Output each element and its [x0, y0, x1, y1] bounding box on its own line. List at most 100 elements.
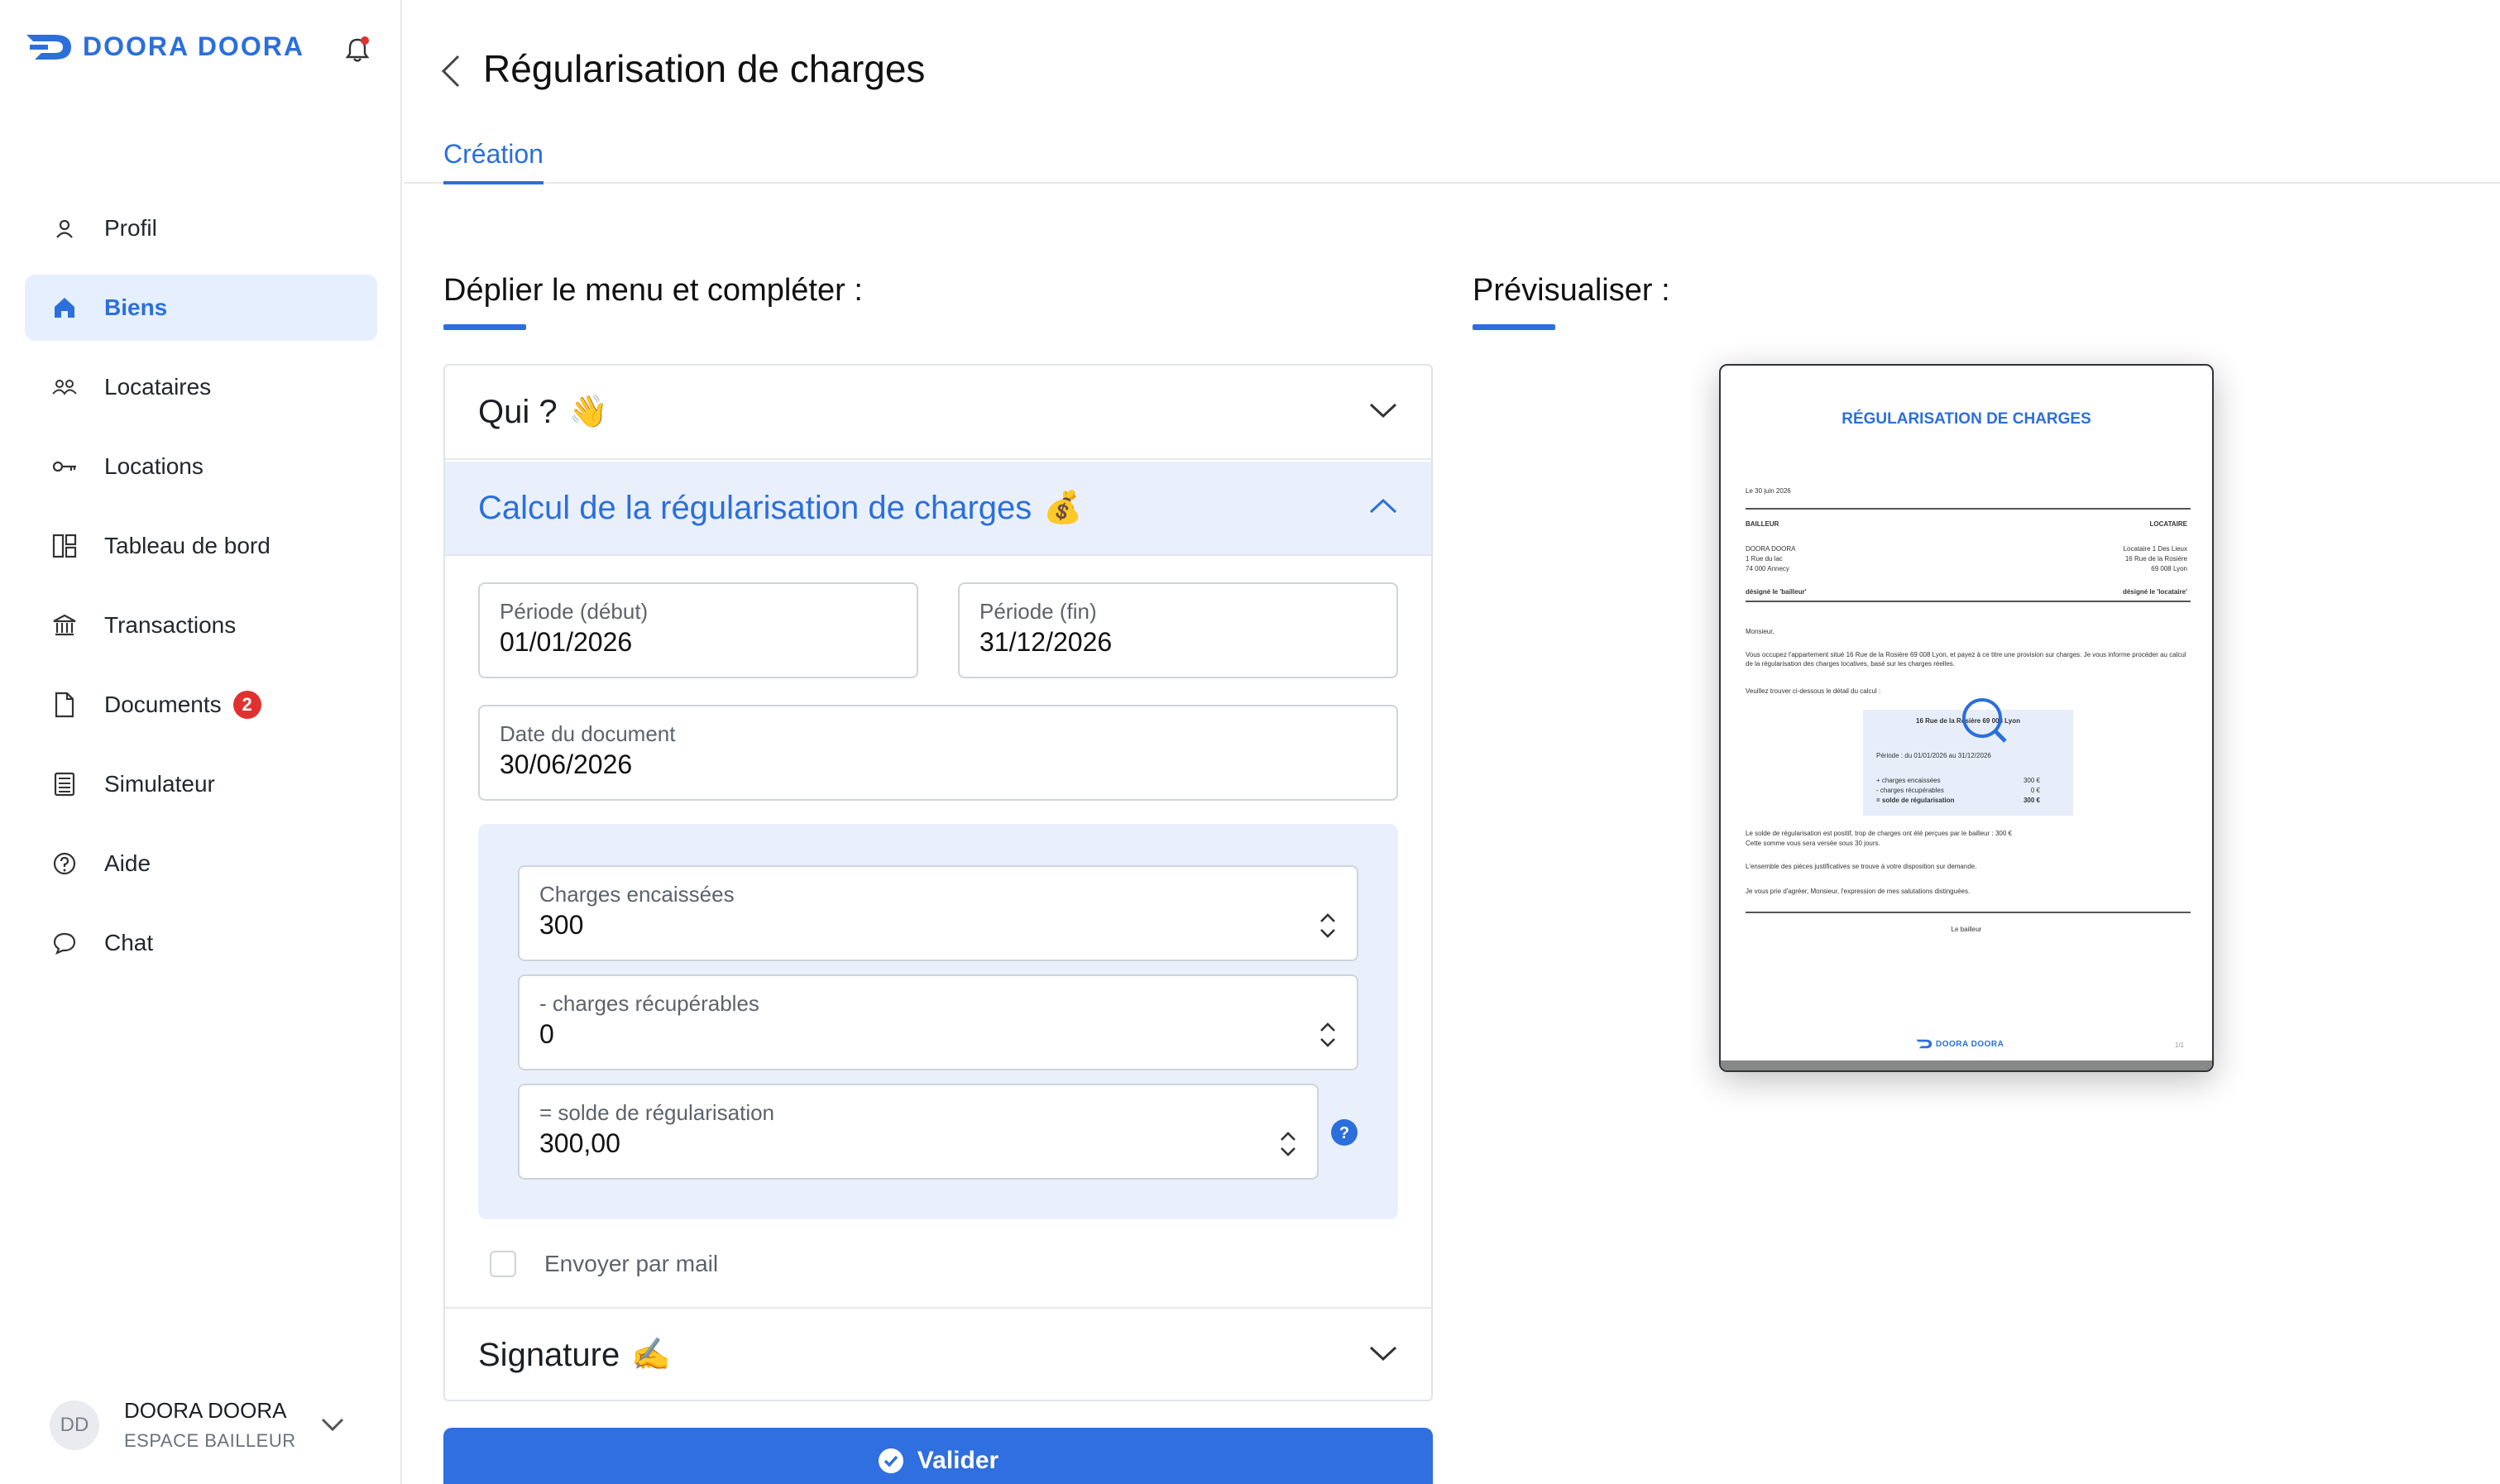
- date-document-field[interactable]: Date du document 30/06/2026: [478, 705, 1398, 801]
- doc-bailleur-line: 74 000 Annecy: [1746, 565, 1789, 572]
- doc-locataire-line: Locataire 1 Des Lieux: [2123, 545, 2187, 553]
- accordion-signature[interactable]: Signature ✍️: [445, 1307, 1431, 1401]
- sidebar-item-biens[interactable]: Biens: [25, 275, 377, 341]
- chat-icon: [50, 928, 79, 958]
- doc-locataire-line: 69 008 Lyon: [2151, 565, 2187, 572]
- periode-fin-value: 31/12/2026: [979, 627, 1113, 657]
- send-by-mail-checkbox[interactable]: [490, 1251, 516, 1277]
- accordion-qui[interactable]: Qui ? 👋: [445, 366, 1431, 460]
- sidebar-item-transactions[interactable]: Transactions: [25, 592, 377, 658]
- sidebar-item-label: Aide: [104, 850, 151, 876]
- doc-bailleur-line: DOORA DOORA: [1746, 545, 1796, 553]
- sidebar-item-label: Simulateur: [104, 771, 215, 797]
- sidebar: DOORA DOORA Profil Biens Locataires Loca…: [0, 0, 402, 1484]
- sidebar-item-locations[interactable]: Locations: [25, 433, 377, 500]
- chevron-down-icon[interactable]: [319, 1415, 346, 1434]
- periode-fin-field[interactable]: Période (fin) 31/12/2026: [958, 582, 1398, 678]
- doc-title: RÉGULARISATION DE CHARGES: [1841, 410, 2091, 428]
- sidebar-item-label: Locations: [104, 453, 204, 479]
- doc-bailleur-desig: désigné le 'bailleur': [1746, 588, 1807, 596]
- page-title: Régularisation de charges: [483, 47, 926, 90]
- preview-section-underline: [1473, 324, 1555, 330]
- bank-icon: [50, 610, 79, 640]
- user-icon: [50, 213, 79, 243]
- periode-debut-value: 01/01/2026: [500, 627, 633, 657]
- sidebar-item-documents[interactable]: Documents 2: [25, 672, 377, 738]
- charges-recuperables-value: 0: [539, 1019, 554, 1049]
- chevron-down-icon: [1369, 1346, 1397, 1362]
- home-icon: [50, 293, 79, 323]
- dashboard-icon: [50, 531, 79, 561]
- doc-date: Le 30 juin 2026: [1746, 487, 1791, 495]
- solde-regularisation-value: 300,00: [539, 1128, 620, 1158]
- periode-fin-label: Période (fin): [979, 599, 1097, 624]
- chevron-down-icon: [1369, 403, 1397, 419]
- doc-greeting: Monsieur,: [1746, 628, 1774, 635]
- doc-calc-row-value: 300 €: [2023, 777, 2040, 784]
- sidebar-nav: Profil Biens Locataires Locations Tablea…: [25, 195, 377, 989]
- user-role: ESPACE BAILLEUR: [124, 1430, 296, 1451]
- document-preview[interactable]: RÉGULARISATION DE CHARGES Le 30 juin 202…: [1719, 364, 2214, 1072]
- notification-bell-icon[interactable]: [341, 33, 374, 66]
- help-icon: [50, 849, 79, 878]
- solde-regularisation-field[interactable]: = solde de régularisation 300,00: [518, 1084, 1319, 1180]
- doc-locataire-line: 16 Rue de la Rosière: [2124, 555, 2187, 562]
- doc-page-number: 1/1: [2174, 1041, 2184, 1049]
- doc-solde-text: Le solde de régularisation est positif, …: [1746, 830, 2012, 837]
- solde-regularisation-label: = solde de régularisation: [539, 1100, 775, 1125]
- doc-locataire-desig: désigné le 'locataire': [2122, 588, 2187, 596]
- form-section-title: Déplier le menu et compléter :: [443, 273, 863, 308]
- help-badge-icon[interactable]: ?: [1330, 1118, 1358, 1147]
- doc-calc-row-label: - charges récupérables: [1876, 787, 1944, 794]
- writing-hand-icon: ✍️: [631, 1338, 671, 1372]
- number-spinner-icon[interactable]: [1317, 910, 1339, 941]
- zoom-magnifier-icon[interactable]: [1961, 697, 2007, 743]
- send-by-mail-label: Envoyer par mail: [544, 1251, 719, 1276]
- tab-creation[interactable]: Création: [443, 139, 544, 184]
- accordion-signature-label: Signature: [478, 1336, 620, 1373]
- sidebar-item-label: Locataires: [104, 374, 212, 400]
- charges-recuperables-label: - charges récupérables: [539, 991, 759, 1016]
- periode-debut-field[interactable]: Période (début) 01/01/2026: [478, 582, 918, 678]
- doc-detail-line: Veuillez trouver ci-dessous le détail du…: [1746, 687, 1881, 695]
- back-arrow-icon[interactable]: [437, 53, 467, 89]
- sidebar-item-chat[interactable]: Chat: [25, 910, 377, 976]
- waving-hand-icon: 👋: [568, 395, 608, 429]
- doc-footer-brand: DOORA DOORA: [1916, 1039, 2004, 1049]
- doc-pieces-text: L'ensemble des pièces justificatives se …: [1746, 863, 1977, 870]
- valider-label: Valider: [917, 1447, 999, 1474]
- number-spinner-icon[interactable]: [1277, 1128, 1299, 1160]
- doc-signature: Le bailleur: [1951, 926, 1982, 933]
- form-section-underline: [443, 324, 526, 330]
- date-document-value: 30/06/2026: [500, 749, 633, 779]
- valider-button[interactable]: Valider: [443, 1428, 1433, 1484]
- charges-recuperables-field[interactable]: - charges récupérables 0: [518, 974, 1358, 1070]
- accordion-calcul-label: Calcul de la régularisation de charges: [478, 489, 1032, 526]
- doc-bailleur-line: 1 Rue du lac: [1746, 555, 1783, 562]
- brand-logo[interactable]: DOORA DOORA: [26, 31, 304, 62]
- number-spinner-icon[interactable]: [1317, 1019, 1339, 1051]
- doc-rule: [1746, 508, 2191, 510]
- logo-mark-icon: [26, 34, 71, 60]
- sidebar-item-locataires[interactable]: Locataires: [25, 354, 377, 420]
- logo-mark-icon: [1916, 1039, 1932, 1049]
- accordion-calcul[interactable]: Calcul de la régularisation de charges 💰: [445, 462, 1431, 556]
- sidebar-item-label: Profil: [104, 215, 157, 241]
- users-icon: [50, 372, 79, 402]
- doc-locataire-head: LOCATAIRE: [2149, 520, 2187, 528]
- send-by-mail-row[interactable]: Envoyer par mail: [490, 1251, 718, 1277]
- date-document-label: Date du document: [500, 721, 676, 746]
- sidebar-item-profil[interactable]: Profil: [25, 195, 377, 261]
- doc-solde-text2: Cette somme vous sera versée sous 30 jou…: [1746, 840, 1880, 847]
- periode-debut-label: Période (début): [500, 599, 649, 624]
- sidebar-item-aide[interactable]: Aide: [25, 831, 377, 897]
- doc-bottom-bar: [1721, 1060, 2212, 1070]
- sidebar-item-simulateur[interactable]: Simulateur: [25, 751, 377, 817]
- doc-calc-row-value: 300 €: [2023, 797, 2040, 804]
- charges-encaissees-field[interactable]: Charges encaissées 300: [518, 865, 1358, 961]
- preview-section-title: Prévisualiser :: [1473, 273, 1670, 308]
- user-menu[interactable]: DD DOORA DOORA ESPACE BAILLEUR: [50, 1398, 344, 1452]
- doc-calc-row-label: = solde de régularisation: [1876, 797, 1955, 804]
- document-icon: [50, 690, 79, 720]
- sidebar-item-tableau-de-bord[interactable]: Tableau de bord: [25, 513, 377, 579]
